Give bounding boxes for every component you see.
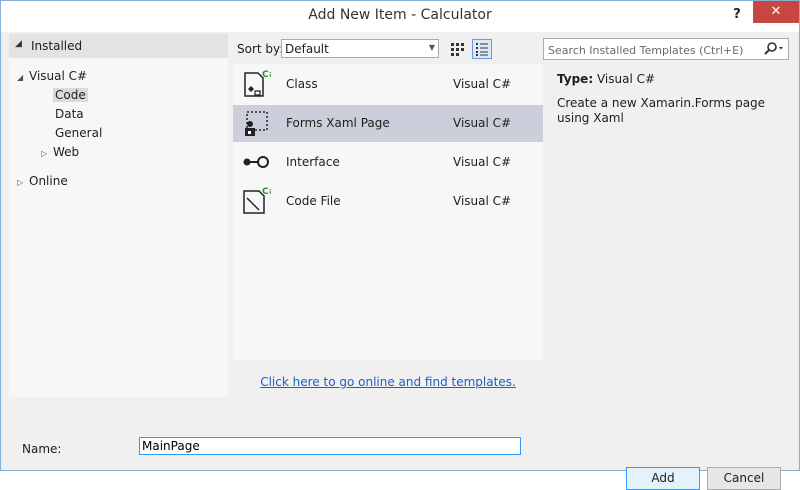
add-new-item-dialog: Add New Item - Calculator ? ✕ ◢ Installe… [0, 0, 800, 490]
tree-header-installed[interactable]: ◢ Installed [9, 34, 228, 58]
tree-node-code[interactable]: Code [53, 86, 88, 104]
template-name: Forms Xaml Page [286, 116, 390, 130]
tree-node-visual-csharp[interactable]: ◢ Visual C# [17, 67, 87, 85]
template-name: Code File [286, 194, 341, 208]
window-title: Add New Item - Calculator [308, 7, 492, 23]
template-tree: ◢ Installed ◢ Visual C# Code Data General… [9, 34, 228, 397]
title-bar: Add New Item - Calculator ? ✕ [1, 1, 799, 32]
template-language: Visual C# [453, 194, 512, 208]
tree-node-data[interactable]: Data [55, 105, 84, 123]
medium-icons-view-button[interactable] [447, 39, 467, 59]
list-view-icon [476, 43, 488, 56]
template-type-label: Type: [557, 72, 594, 86]
chevron-down-icon: ▼ [428, 43, 435, 52]
cancel-button[interactable]: Cancel [707, 467, 781, 490]
close-icon: ✕ [770, 4, 782, 19]
template-language: Visual C# [453, 116, 512, 130]
sort-by-dropdown[interactable]: Default ▼ [281, 39, 439, 58]
add-button[interactable]: Add [626, 467, 700, 490]
close-button[interactable]: ✕ [753, 1, 799, 23]
grid-view-icon [451, 43, 464, 56]
svg-text:C#: C# [262, 187, 271, 197]
dialog-body: ◢ Installed ◢ Visual C# Code Data General… [1, 32, 799, 490]
template-type-value: Visual C# [596, 72, 656, 86]
interface-icon [241, 147, 271, 177]
template-name: Class [286, 77, 318, 91]
tree-node-online[interactable]: ▷ Online [17, 172, 68, 190]
class-icon: C# [241, 69, 276, 99]
expand-triangle-icon: ▷ [41, 149, 48, 158]
svg-text:C#: C# [262, 70, 271, 80]
sort-by-label: Sort by: [237, 42, 284, 56]
find-templates-online-link[interactable]: Click here to go online and find templat… [233, 375, 543, 389]
code-file-icon: C# [241, 186, 276, 216]
template-row-forms-xaml-page[interactable]: Forms Xaml Page Visual C# [233, 105, 543, 142]
template-row-class[interactable]: C# Class Visual C# [233, 66, 543, 103]
template-language: Visual C# [453, 77, 512, 91]
template-row-interface[interactable]: Interface Visual C# [233, 144, 543, 181]
sort-by-value: Default [285, 42, 329, 56]
expand-triangle-icon: ▷ [17, 178, 24, 187]
search-templates-box[interactable] [543, 38, 789, 60]
forms-xaml-page-icon [241, 108, 271, 138]
template-language: Visual C# [453, 155, 512, 169]
template-row-code-file[interactable]: C# Code File Visual C# [233, 183, 543, 220]
name-label: Name: [22, 442, 62, 456]
dialog-footer: Name: Add Cancel [1, 397, 799, 490]
collapse-triangle-icon: ◢ [15, 39, 22, 49]
search-icon[interactable] [762, 41, 786, 57]
template-type: Type: Visual C# [557, 72, 655, 86]
tree-header-label: Installed [31, 39, 83, 53]
template-name: Interface [286, 155, 340, 169]
collapse-triangle-icon: ◢ [17, 73, 24, 82]
tree-node-general[interactable]: General [55, 124, 102, 142]
search-input[interactable] [546, 40, 760, 60]
help-button[interactable]: ? [727, 5, 747, 25]
template-description: Create a new Xamarin.Forms page using Xa… [557, 96, 766, 125]
tree-node-web[interactable]: ▷ Web [41, 143, 79, 161]
template-list: C# Class Visual C# Forms [233, 64, 543, 360]
name-field[interactable] [139, 437, 521, 455]
small-icons-view-button[interactable] [472, 39, 492, 59]
